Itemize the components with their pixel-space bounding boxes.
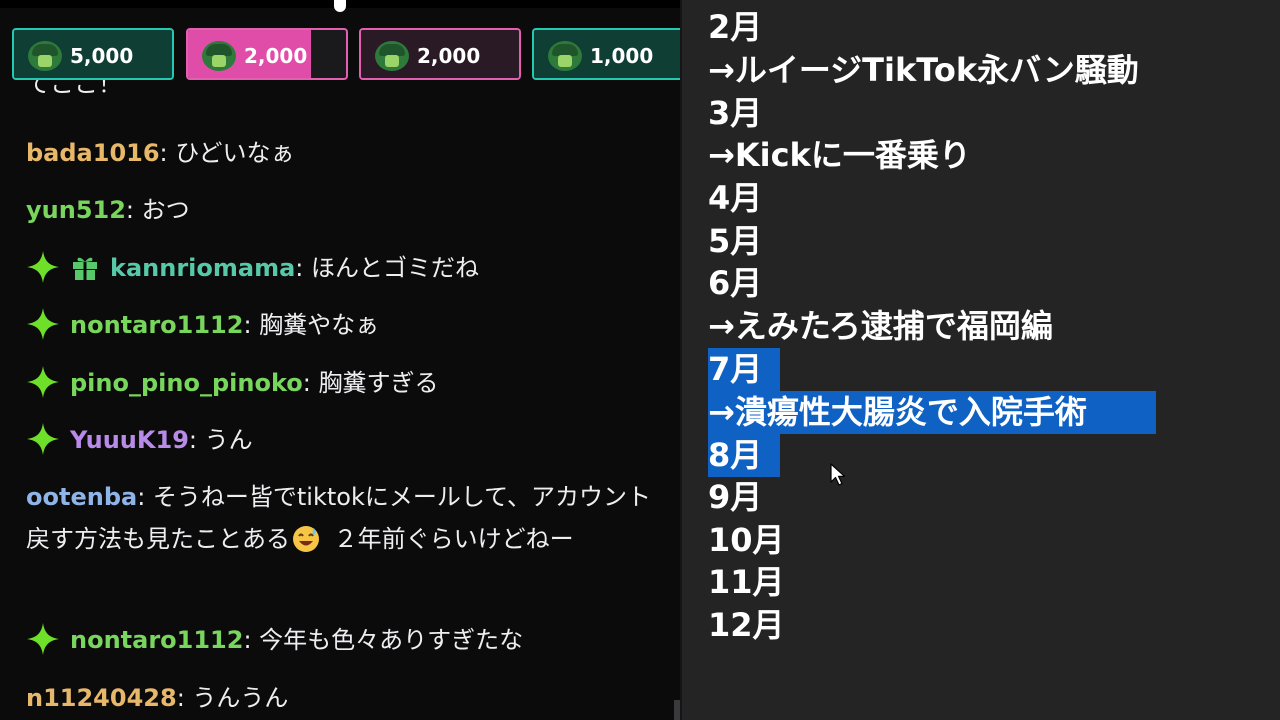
message-text: ２年前ぐらいけどねー [326, 525, 574, 553]
leaderboard-card[interactable]: 1,000 [532, 28, 680, 80]
note-line: 6月 [708, 264, 763, 302]
chat-username[interactable]: nontaro1112 [70, 626, 243, 654]
note-line: 2月 [708, 8, 763, 46]
avatar-icon [375, 41, 409, 71]
avatar-icon [202, 41, 236, 71]
note-line: 3月 [708, 94, 763, 132]
chat-username[interactable]: ootenba [26, 483, 137, 511]
chat-username[interactable]: bada1016 [26, 139, 160, 167]
leaderboard-amount: 5,000 [70, 44, 134, 68]
note-line-selected: →潰瘍性大腸炎で入院手術 [708, 393, 1087, 431]
sparkle-icon [27, 251, 59, 283]
chat-message: YuuuK19: うん [26, 419, 658, 461]
gift-leaderboard: 5,000 2,000 2,000 1,000 [12, 28, 680, 84]
notepad-panel[interactable]: 2月 →ルイージTikTok永バン騒動 3月 →Kickに一番乗り 4月 5月 … [680, 0, 1280, 720]
smiling-sweat-emoji-icon [293, 526, 319, 552]
sparkle-icon [27, 366, 59, 398]
chat-message: yun512: おつ [26, 189, 658, 231]
chat-username[interactable]: kannriomama [110, 254, 295, 282]
note-line: 5月 [708, 222, 763, 260]
gift-icon [73, 257, 97, 280]
leaderboard-card[interactable]: 5,000 [12, 28, 174, 80]
message-text: : 胸糞やなぁ [243, 311, 380, 339]
chat-message: nontaro1112: 今年も色々ありすぎたな [26, 619, 658, 661]
chat-message: pino_pino_pinoko: 胸糞すぎる [26, 362, 658, 404]
chat-username[interactable]: n11240428 [26, 684, 177, 712]
chat-message: ootenba: そうねー皆でtiktokにメールして、アカウント戻す方法も見た… [26, 476, 658, 560]
chat-message: bada1016: ひどいなぁ [26, 132, 658, 174]
note-line-selected: 7月 [708, 350, 763, 388]
leaderboard-card[interactable]: 2,000 [359, 28, 521, 80]
sparkle-icon [27, 423, 59, 455]
avatar-icon [548, 41, 582, 71]
note-line: →ルイージTikTok永バン騒動 [708, 51, 1139, 89]
strip-marker [334, 0, 346, 12]
chat-message: nontaro1112: 胸糞やなぁ [26, 304, 658, 346]
avatar-icon [28, 41, 62, 71]
message-text: てここ！ [26, 80, 122, 98]
leaderboard-amount: 2,000 [244, 44, 308, 68]
chat-message: kannriomama: ほんとゴミだね [26, 247, 658, 289]
chat-message-partial: てここ！ [26, 80, 658, 102]
sparkle-icon [27, 308, 59, 340]
leaderboard-amount: 2,000 [417, 44, 481, 68]
mouse-cursor-icon [830, 463, 846, 486]
message-text: : ひどいなぁ [159, 139, 295, 167]
chat-username[interactable]: yun512 [26, 196, 126, 224]
chat-message: n11240428: うんうん [26, 677, 658, 719]
message-text: : うんうん [176, 684, 289, 712]
note-line: 9月 [708, 478, 763, 516]
chat-username[interactable]: YuuuK19 [70, 426, 189, 454]
message-text: : ほんとゴミだね [295, 254, 480, 282]
note-line: 11月 [708, 563, 785, 601]
message-text: : 胸糞すぎる [302, 369, 439, 397]
leaderboard-card[interactable]: 2,000 [186, 28, 348, 80]
note-line: 10月 [708, 521, 785, 559]
note-line-selected: 8月 [708, 436, 763, 474]
note-line: 4月 [708, 179, 763, 217]
message-text: : おつ [125, 196, 190, 224]
message-text: : うん [188, 426, 253, 454]
leaderboard-amount: 1,000 [590, 44, 654, 68]
chat-username[interactable]: nontaro1112 [70, 311, 243, 339]
note-line: →えみたろ逮捕で福岡編 [708, 307, 1053, 345]
top-strip [0, 0, 680, 12]
note-line: →Kickに一番乗り [708, 136, 971, 174]
sparkle-icon [27, 623, 59, 655]
chat-panel: 5,000 2,000 2,000 1,000 てここ！ bada1016: ひ… [0, 0, 680, 720]
message-text: : 今年も色々ありすぎたな [243, 626, 524, 654]
chat-username[interactable]: pino_pino_pinoko [70, 369, 303, 397]
note-line: 12月 [708, 606, 785, 644]
